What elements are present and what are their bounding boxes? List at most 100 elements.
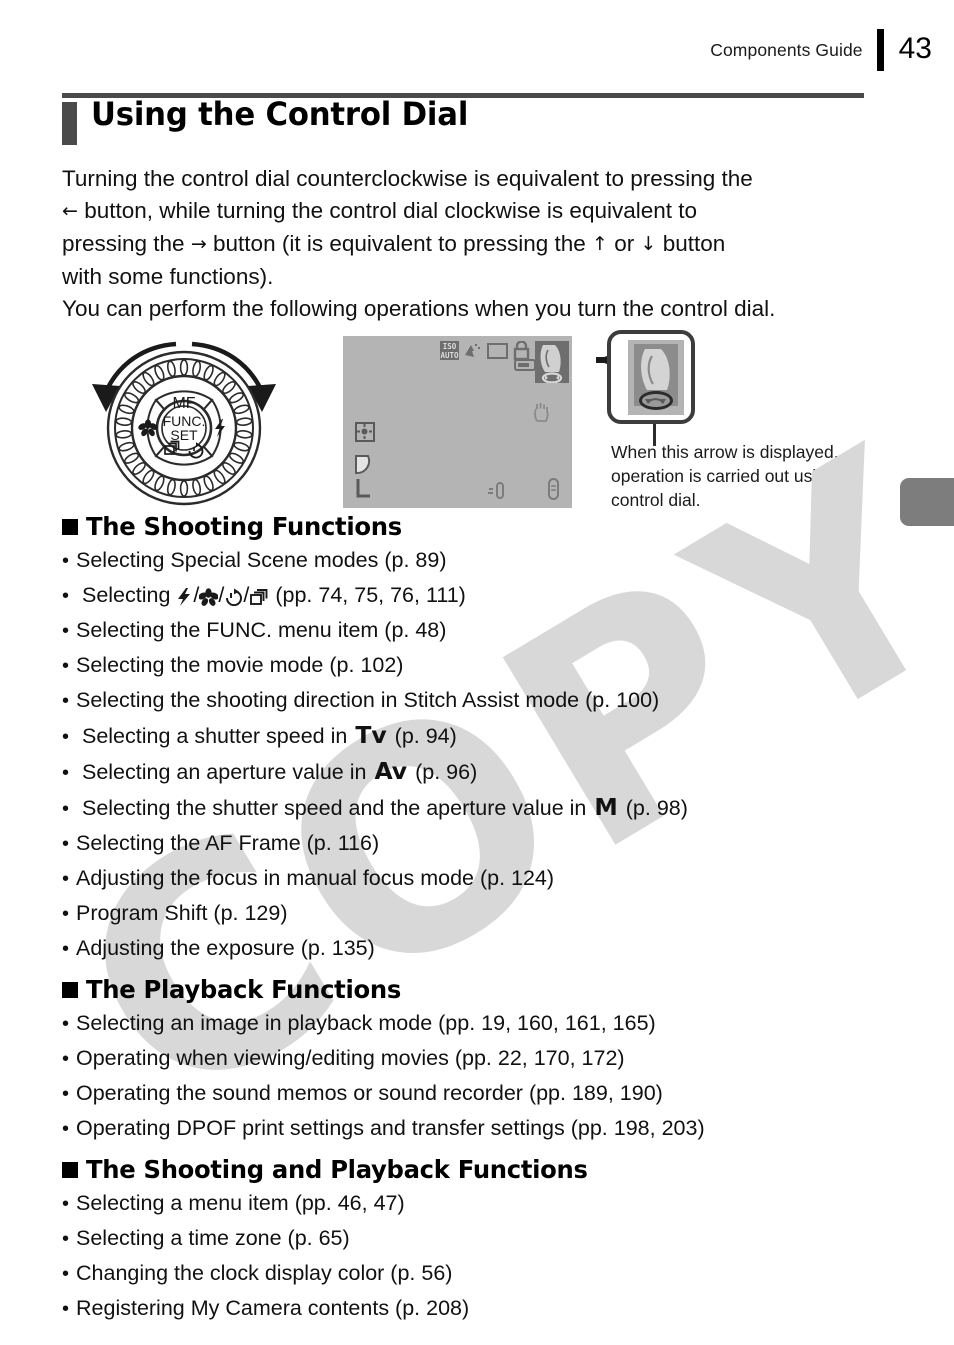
bullet: • [62, 798, 70, 820]
dial-label-mf: MF [172, 395, 195, 412]
page-title: Using the Control Dial [91, 95, 469, 133]
section-heading-label: The Shooting and Playback Functions [86, 1155, 588, 1184]
image-quality-large-icon [354, 452, 380, 500]
control-dial-svg: MF FUNC. SET [92, 341, 276, 506]
list-item: • Changing the clock display color (p. 56… [62, 1256, 892, 1291]
dial-label-set: SET [170, 427, 198, 443]
list-item-text: Operating when viewing/editing movies (p… [76, 1046, 625, 1070]
bullet: • [62, 762, 70, 784]
list-item-text: Selecting the FUNC. menu item (p. 48) [76, 618, 447, 642]
callout-screen-fragment [628, 340, 684, 415]
list-item-text: Selecting a menu item (pp. 46, 47) [76, 1191, 405, 1215]
intro-line-3-post: button [662, 231, 726, 256]
up-arrow-icon: ↑ [592, 233, 608, 255]
list-item: • Registering My Camera contents (p. 208) [62, 1291, 892, 1326]
bullet: • [62, 550, 70, 572]
playback-functions-list: • Selecting an image in playback mode (pp… [62, 1006, 892, 1146]
bullet: • [62, 1228, 70, 1250]
list-item-text-post: (p. 98) [625, 796, 688, 820]
section-marker-square [62, 981, 78, 998]
exposure-compensation-icon [486, 480, 506, 500]
list-item-text-pre: Selecting the shutter speed and the aper… [81, 796, 587, 820]
right-arrow-icon: → [190, 233, 207, 255]
bullet: • [62, 1118, 70, 1140]
list-item-text: Program Shift (p. 129) [76, 901, 288, 925]
camera-shake-warning-icon [533, 402, 550, 422]
bullet: • [62, 938, 70, 960]
section-heading-label: The Shooting Functions [86, 512, 402, 541]
list-item-text: Changing the clock display color (p. 56) [76, 1261, 453, 1285]
intro-line-4: with some functions). [62, 264, 274, 289]
list-item: • Selecting Special Scene modes (p. 89) [62, 543, 892, 578]
list-item-text: Operating the sound memos or sound recor… [76, 1081, 663, 1105]
list-item-text: Registering My Camera contents (p. 208) [76, 1296, 470, 1320]
section-heading-shooting-functions: The Shooting Functions [62, 512, 892, 541]
bullet: • [62, 868, 70, 890]
battery-icon [514, 359, 536, 371]
title-accent-bar [62, 102, 77, 145]
bullet: • [62, 833, 70, 855]
af-frame-icon [355, 422, 375, 442]
callout-caption: When this arrow is displayed, operation … [611, 440, 873, 512]
list-item-text: Adjusting the exposure (p. 135) [76, 936, 375, 960]
bullet: • [62, 655, 70, 677]
drive-mode-icon [548, 478, 559, 500]
macro-flower-icon [198, 580, 220, 614]
bullet: • [62, 690, 70, 712]
bullet: • [62, 726, 70, 748]
mode-label-m: M [594, 793, 618, 821]
bullet: • [62, 585, 70, 607]
list-item: • Program Shift (p. 129) [62, 896, 892, 931]
function-list-content: The Shooting Functions • Selecting Specia… [62, 512, 892, 1326]
section-heading-label: The Playback Functions [86, 975, 402, 1004]
list-item-text: Selecting the AF Frame (p. 116) [76, 831, 380, 855]
iso-auto-icon: ISO AUTO [440, 341, 459, 360]
callout-caption-line-2: operation is carried out using [611, 466, 836, 486]
section-marker-square [62, 1161, 78, 1178]
bullet: • [62, 1083, 70, 1105]
list-item: • Adjusting the focus in manual focus mod… [62, 861, 892, 896]
left-arrow-icon: ← [62, 200, 78, 222]
list-item: • Operating the sound memos or sound reco… [62, 1076, 892, 1111]
white-balance-icon [463, 341, 483, 366]
down-arrow-icon: ↓ [640, 233, 657, 255]
callout-caption-line-1: When this arrow is displayed, [611, 442, 839, 462]
list-item: • Selecting an image in playback mode (pp… [62, 1006, 892, 1041]
intro-line-3-pre: pressing the [62, 231, 185, 256]
bullet: • [62, 1193, 70, 1215]
list-item: • Selecting the FUNC. menu item (p. 48) [62, 613, 892, 648]
lcd-top-icon-row: ISO AUTO [440, 340, 569, 384]
intro-line-3: pressing the → button (it is equivalent … [62, 228, 872, 261]
intro-paragraph: Turning the control dial counterclockwis… [62, 163, 872, 325]
image-size-icon [487, 343, 508, 359]
list-item: • Operating when viewing/editing movies (… [62, 1041, 892, 1076]
header-divider [876, 29, 884, 71]
list-item-text: Selecting the shooting direction in Stit… [76, 688, 660, 712]
list-item: • Selecting the shooting direction in Sti… [62, 683, 892, 718]
list-item-text: Selecting the movie mode (p. 102) [76, 653, 404, 677]
intro-line-2: ← button, while turning the control dial… [62, 195, 872, 228]
control-dial-figure: MF FUNC. SET ISO AUTO When this arrow is… [62, 330, 882, 515]
header-section-label: Components Guide [710, 39, 863, 60]
side-thumb-tab [900, 478, 954, 526]
list-item-text-pre: Selecting a shutter speed in [81, 724, 348, 748]
list-item-text-pre: Selecting an aperture value in [81, 760, 367, 784]
running-header: Components Guide 43 [710, 28, 932, 72]
bullet: • [62, 1298, 70, 1320]
callout-bubble [607, 330, 695, 424]
lcd-screen-mock: ISO AUTO [343, 336, 572, 508]
list-item-text-post: (pp. 74, 75, 76, 111) [275, 583, 466, 607]
bullet: • [62, 1013, 70, 1035]
list-item: • Operating DPOF print settings and trans… [62, 1111, 892, 1146]
list-item: • Selecting / / / (pp. 74, 75, 76, 111) [62, 578, 892, 613]
bullet: • [62, 1048, 70, 1070]
list-item-text-post: (p. 96) [415, 760, 478, 784]
list-item-text-pre: Selecting [81, 583, 171, 607]
intro-line-2-text: button, while turning the control dial c… [84, 198, 698, 223]
section-heading-playback-functions: The Playback Functions [62, 975, 892, 1004]
intro-line-1: Turning the control dial counterclockwis… [62, 166, 753, 191]
list-item: • Selecting a time zone (p. 65) [62, 1221, 892, 1256]
bullet: • [62, 620, 70, 642]
continuous-drive-icon [249, 580, 269, 614]
intro-line-5: You can perform the following operations… [62, 296, 776, 321]
